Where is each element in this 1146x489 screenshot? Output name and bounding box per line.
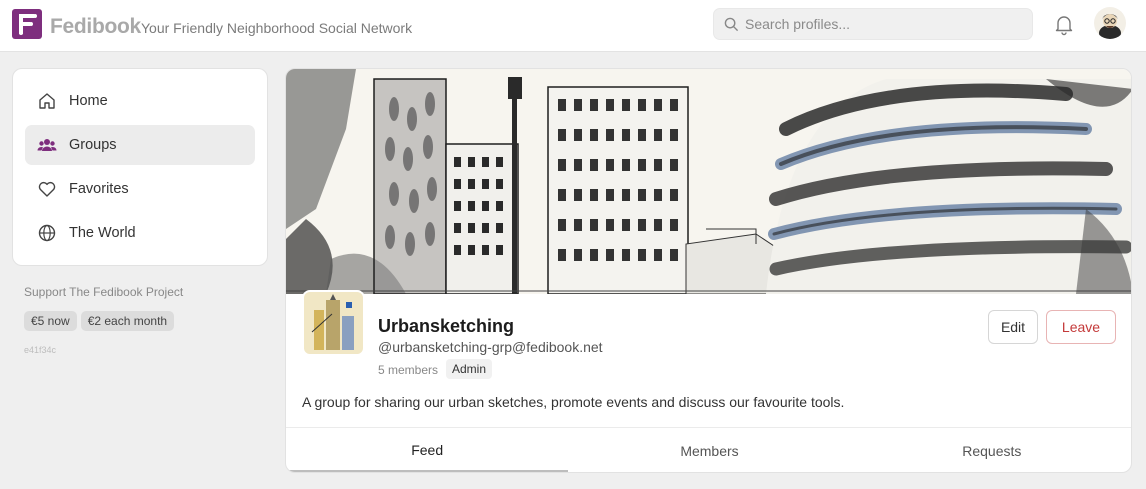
sidebar-item-the-world[interactable]: The World [25, 213, 255, 253]
build-hash: e41f34c [24, 345, 57, 355]
globe-icon [37, 223, 57, 243]
search-box[interactable] [713, 8, 1033, 40]
group-cover-image [286, 69, 1131, 294]
donate-monthly-button[interactable]: €2 each month [80, 311, 175, 331]
support-label: Support The Fedibook Project [24, 285, 184, 299]
sidebar-item-label: Home [69, 93, 108, 109]
user-avatar[interactable] [1094, 7, 1126, 39]
group-description: A group for sharing our urban sketches, … [302, 394, 845, 410]
notifications-bell-icon[interactable] [1052, 12, 1076, 36]
donate-once-button[interactable]: €5 now [24, 311, 77, 331]
search-icon [724, 17, 739, 37]
sidebar-item-favorites[interactable]: Favorites [25, 169, 255, 209]
group-avatar [302, 290, 365, 356]
group-member-count[interactable]: 5 members [378, 363, 438, 377]
heart-icon [37, 179, 57, 199]
group-tabs: Feed Members Requests [286, 427, 1131, 472]
brand-tagline: Your Friendly Neighborhood Social Networ… [141, 20, 413, 36]
top-bar: Fedibook Your Friendly Neighborhood Soci… [0, 0, 1146, 52]
edit-button[interactable]: Edit [988, 310, 1038, 344]
role-badge: Admin [446, 359, 493, 379]
users-icon [37, 135, 57, 155]
leave-button[interactable]: Leave [1046, 310, 1116, 344]
tab-members[interactable]: Members [568, 428, 850, 472]
tab-feed[interactable]: Feed [286, 428, 569, 472]
sidebar-item-label: Groups [69, 137, 117, 153]
sidebar-item-home[interactable]: Home [25, 81, 255, 121]
home-icon [37, 91, 57, 111]
sidebar-item-groups[interactable]: Groups [25, 125, 255, 165]
sidebar-item-label: The World [69, 225, 136, 241]
brand-name[interactable]: Fedibook [50, 15, 141, 39]
fedibook-logo-icon[interactable] [12, 9, 42, 39]
sidebar-nav: Home Groups Favorites The World [12, 68, 268, 266]
group-card: Urbansketching @urbansketching-grp@fedib… [285, 68, 1132, 473]
tab-requests[interactable]: Requests [851, 428, 1131, 472]
group-handle: @urbansketching-grp@fedibook.net [378, 339, 603, 355]
search-input[interactable] [745, 9, 1025, 39]
group-name: Urbansketching [378, 316, 515, 336]
sidebar-item-label: Favorites [69, 181, 129, 197]
donation-options: €5 now €2 each month [24, 311, 175, 331]
